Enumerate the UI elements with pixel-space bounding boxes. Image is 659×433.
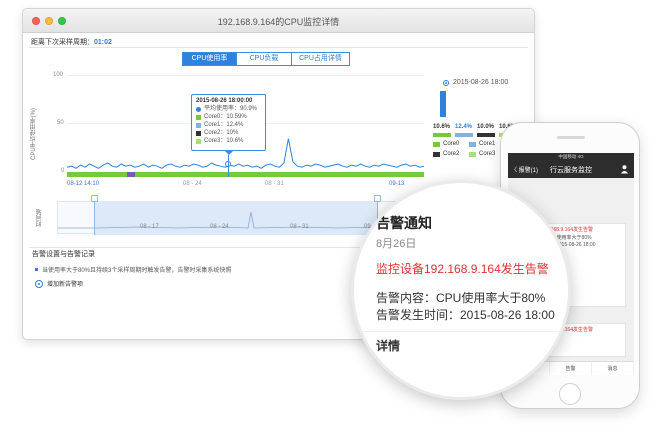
y-tick-0: 0 [61,168,65,174]
notification-alert-line: 监控设备192.168.9.164发生告警 [376,262,549,276]
notification-detail-link[interactable]: 详情 [376,337,400,354]
usage-mini-bar [440,91,446,117]
core2-bar [477,133,495,137]
legend-swatch [433,151,440,157]
legend-label: Core3 [479,151,496,157]
legend-core2[interactable]: Core2 [433,151,459,157]
tooltip-guide-line [228,155,229,177]
series-swatch [196,114,201,120]
series-swatch [196,106,201,112]
tooltip-value: Core0：10.59% [204,114,247,120]
phone-tab-alerts[interactable]: 告警 [550,362,592,375]
alert-rule: 当使用率大于80%且持续3个采样周期时触发告警，告警时采集系统快照 [35,265,231,274]
tab-cpu-usage[interactable]: CPU使用率 [182,52,237,66]
tooltip-row: Core3：10.6% [196,137,261,145]
countdown-value: 01:02 [94,39,112,46]
core1-bar [455,133,473,137]
radio-dot-icon [443,79,449,86]
notification-magnifier: 告警通知 8月26日 监控设备192.168.9.164发生告警 告警内容：CP… [351,180,571,400]
phone-status-bar: 中国移动 4G [508,153,634,161]
tooltip-row: Core1：12.4% [196,121,261,129]
y-axis-label: CPU平均使用率(%) [31,108,37,160]
tooltip-row: 平均使用率：90.9% [196,105,261,113]
series-swatch [196,130,201,136]
x-tick-end: 09-13 [389,181,405,187]
selected-time-legend: 2015-08-26 18:00 [443,79,508,86]
tooltip-value: Core3：10.6% [204,138,244,144]
tooltip-value: Core2：10% [204,130,239,136]
divider [29,47,528,48]
core-percent: 12.4% [455,124,473,130]
phone-nav-title: 行云服务监控 [550,167,592,174]
notification-date: 8月26日 [376,238,417,250]
phone-nav-bar: 〈 报警(1) 行云服务监控 [508,161,634,178]
timeline-status-bar [67,172,424,177]
tab-cpu-detail[interactable]: CPU占用详情 [292,52,350,66]
series-swatch [196,138,201,144]
countdown-label: 距离下次采样周期： [31,39,94,46]
titlebar: 192.168.9.164的CPU监控详情 [23,9,534,33]
phone-speaker [557,136,585,139]
legend-core0[interactable]: Core0 [433,141,459,147]
tooltip-row: Core2：10% [196,129,261,137]
add-alert-label: 增加新告警项 [47,282,84,288]
core-percent: 10.6% [433,124,451,130]
notification-title: 告警通知 [376,215,432,231]
legend-label: Core2 [443,151,460,157]
bullet-icon [35,268,38,271]
divider [354,331,568,332]
selected-time: 2015-08-26 18:00 [453,79,509,86]
stage: 192.168.9.164的CPU监控详情 距离下次采样周期：01:02 CPU… [0,0,659,433]
x-tick: 08 - 24 [183,181,202,187]
navigator-right-handle[interactable] [374,195,381,202]
tab-cpu-load[interactable]: CPU负载 [237,52,292,66]
chart-tooltip: 2015-08-26 18:00:00 平均使用率：90.9% Core0：10… [191,94,266,155]
core0-bar [433,133,451,137]
navigator-tick: 08 - 31 [290,224,309,230]
navigator-label: 时间轴 [37,209,43,227]
core-percent: 10.0% [477,124,495,130]
add-alert-option[interactable]: 增加新告警项 [35,279,83,288]
alert-rule-text: 当使用率大于80%且持续3个采样周期时触发告警，告警时采集系统快照 [42,268,232,274]
radio-icon[interactable] [35,279,43,288]
x-tick: 08 - 31 [265,181,284,187]
home-button[interactable] [559,383,581,405]
series-swatch [196,122,201,128]
legend-label: Core1 [479,141,496,147]
legend-swatch [469,141,476,147]
tooltip-value: Core1：12.4% [204,122,244,128]
y-tick-100: 100 [53,72,64,78]
legend-swatch [433,141,440,147]
person-icon[interactable] [620,164,629,174]
legend-label: Core0 [443,141,460,147]
notification-time: 告警发生时间：2015-08-26 18:00 [376,308,555,322]
x-tick-start: 08-12 14:10 [67,181,100,187]
navigator-tick: 08 - 17 [140,224,159,230]
chart-tabs: CPU使用率 CPU负载 CPU占用详情 [182,52,350,66]
navigator-tick: 08 - 24 [210,224,229,230]
legend-core1[interactable]: Core1 [469,141,495,147]
phone-tab-messages[interactable]: 消息 [592,362,634,375]
legend-core3[interactable]: Core3 [469,151,495,157]
tooltip-time: 2015-08-26 18:00:00 [196,98,253,104]
tooltip-value: 平均使用率：90.9% [204,106,258,112]
y-tick-50: 50 [57,120,64,126]
legend-swatch [469,151,476,157]
window-title: 192.168.9.164的CPU监控详情 [217,17,340,27]
navigator-left-handle[interactable] [91,195,98,202]
notification-content: 告警内容：CPU使用率大于80% [376,291,546,305]
sample-countdown: 距离下次采样周期：01:02 [31,37,112,47]
magnified-notification: 告警通知 8月26日 监控设备192.168.9.164发生告警 告警内容：CP… [354,213,568,353]
tooltip-row: Core0：10.59% [196,113,261,121]
alert-section-title: 告警设置与告警记录 [32,251,95,258]
timeline-event-marker [127,172,135,177]
